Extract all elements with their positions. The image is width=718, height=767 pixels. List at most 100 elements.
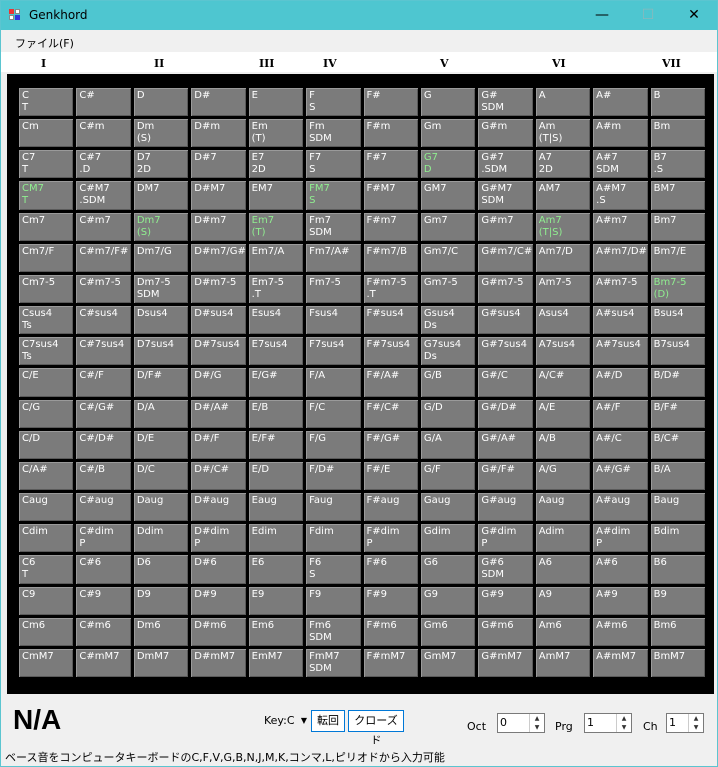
chord-cell[interactable]: Bsus4 <box>650 306 705 335</box>
chord-cell[interactable]: G#9 <box>478 586 533 615</box>
chord-cell[interactable]: F#m7 <box>363 212 418 241</box>
chord-cell[interactable]: B/C# <box>650 430 705 459</box>
chord-cell[interactable]: A#6 <box>593 555 648 584</box>
chord-cell[interactable]: G/D <box>420 399 476 428</box>
chord-cell[interactable]: AM7 <box>535 181 591 210</box>
spin-arrows-icon[interactable]: ▲ ▼ <box>616 714 631 732</box>
chord-cell[interactable]: F#m7-5 .T <box>363 274 418 304</box>
chord-cell[interactable]: EM7 <box>248 181 304 210</box>
chord-cell[interactable]: Daug <box>133 493 189 522</box>
chord-cell[interactable]: B7sus4 <box>650 337 705 366</box>
chord-cell[interactable]: C#/G# <box>76 399 131 428</box>
closed-voicing-button[interactable]: クローズド <box>348 710 404 747</box>
chord-cell[interactable]: B/A <box>650 461 705 491</box>
chord-cell[interactable]: D# <box>191 88 246 117</box>
chord-cell[interactable]: G/F <box>420 461 476 491</box>
menu-file[interactable]: ファイル(F) <box>15 35 74 51</box>
chord-cell[interactable]: F9 <box>306 586 361 615</box>
chord-cell[interactable]: A#/G# <box>593 461 648 491</box>
chord-cell[interactable]: C#/F <box>76 368 131 397</box>
chord-cell[interactable]: Faug <box>306 493 361 522</box>
chord-cell[interactable]: C#/D# <box>76 430 131 459</box>
chord-cell[interactable]: F#7sus4 <box>363 337 418 366</box>
chord-cell[interactable]: C7sus4 Ts <box>19 337 74 366</box>
chord-cell[interactable]: G#/C <box>478 368 533 397</box>
chord-cell[interactable]: C#m7-5 <box>76 274 131 304</box>
chord-cell[interactable]: C#7sus4 <box>76 337 131 366</box>
chord-cell[interactable]: D#m <box>191 119 246 148</box>
chord-cell[interactable]: G#/D# <box>478 399 533 428</box>
chord-cell[interactable]: GmM7 <box>420 648 476 677</box>
chord-cell[interactable]: B/D# <box>650 368 705 397</box>
chord-cell[interactable]: D#/F <box>191 430 246 459</box>
chord-cell[interactable]: C#6 <box>76 555 131 584</box>
chord-cell[interactable]: A#mM7 <box>593 648 648 677</box>
chord-cell[interactable]: D#dim P <box>191 524 246 553</box>
chord-cell[interactable]: Am7/D <box>535 243 591 272</box>
chord-cell[interactable]: G#sus4 <box>478 306 533 335</box>
chord-cell[interactable]: Aaug <box>535 493 591 522</box>
chord-cell[interactable]: A# <box>593 88 648 117</box>
chord-cell[interactable]: Am6 <box>535 617 591 646</box>
chord-cell[interactable]: Em6 <box>248 617 304 646</box>
chord-cell[interactable]: D7 2D <box>133 150 189 179</box>
chord-cell[interactable]: E/F# <box>248 430 304 459</box>
chord-cell[interactable]: F7 S <box>306 150 361 179</box>
chord-cell[interactable]: FM7 S <box>306 181 361 210</box>
chord-cell[interactable]: G#6 SDM <box>478 555 533 584</box>
chord-cell[interactable]: F#/C# <box>363 399 418 428</box>
chord-cell[interactable]: C#M7 .SDM <box>76 181 131 210</box>
chord-cell[interactable]: F#/A# <box>363 368 418 397</box>
chord-cell[interactable]: Gm7 <box>420 212 476 241</box>
chord-cell[interactable]: C6 T <box>19 555 74 584</box>
chord-cell[interactable]: G9 <box>420 586 476 615</box>
chord-cell[interactable]: G#m7 <box>478 212 533 241</box>
chord-cell[interactable]: Bm7-5 (D) <box>650 274 705 304</box>
close-button[interactable]: ✕ <box>671 1 717 30</box>
chord-cell[interactable]: A#/F <box>593 399 648 428</box>
chord-cell[interactable]: D#M7 <box>191 181 246 210</box>
chord-cell[interactable]: A#m7/D# <box>593 243 648 272</box>
chord-cell[interactable]: F#mM7 <box>363 648 418 677</box>
chord-cell[interactable]: EmM7 <box>248 648 304 677</box>
chord-cell[interactable]: Asus4 <box>535 306 591 335</box>
chord-cell[interactable]: C#dim P <box>76 524 131 553</box>
chord-cell[interactable]: C T <box>19 88 74 117</box>
chord-cell[interactable]: Gdim <box>420 524 476 553</box>
chord-cell[interactable]: GM7 <box>420 181 476 210</box>
chord-cell[interactable]: A#aug <box>593 493 648 522</box>
chord-cell[interactable]: Bm7 <box>650 212 705 241</box>
chord-cell[interactable]: G#m7/C# <box>478 243 533 272</box>
chord-cell[interactable]: F#9 <box>363 586 418 615</box>
chord-cell[interactable]: Gm <box>420 119 476 148</box>
chord-cell[interactable]: Fm7/A# <box>306 243 361 272</box>
spin-arrows-icon[interactable]: ▲ ▼ <box>529 714 544 732</box>
chord-cell[interactable]: Fsus4 <box>306 306 361 335</box>
ch-stepper[interactable]: 1 ▲ ▼ <box>666 713 704 733</box>
chord-cell[interactable]: Bm7/E <box>650 243 705 272</box>
chord-cell[interactable]: B7 .S <box>650 150 705 179</box>
chord-cell[interactable]: E/D <box>248 461 304 491</box>
chord-cell[interactable]: A#m7 <box>593 212 648 241</box>
chord-cell[interactable]: A#m6 <box>593 617 648 646</box>
chord-cell[interactable]: G#7sus4 <box>478 337 533 366</box>
chord-cell[interactable]: A/E <box>535 399 591 428</box>
chord-cell[interactable]: A#m <box>593 119 648 148</box>
chord-cell[interactable]: Gm7-5 <box>420 274 476 304</box>
chord-cell[interactable]: Cm <box>19 119 74 148</box>
title-bar[interactable]: Genkhord — ☐ ✕ <box>1 1 717 30</box>
chord-cell[interactable]: F#M7 <box>363 181 418 210</box>
chord-cell[interactable]: D#aug <box>191 493 246 522</box>
chord-cell[interactable]: Cm7 <box>19 212 74 241</box>
chord-cell[interactable]: D#m6 <box>191 617 246 646</box>
key-select[interactable]: Key:C ▼ <box>261 711 309 731</box>
chord-cell[interactable]: C/D <box>19 430 74 459</box>
chord-cell[interactable]: DM7 <box>133 181 189 210</box>
chord-cell[interactable]: A9 <box>535 586 591 615</box>
prg-stepper[interactable]: 1 ▲ ▼ <box>584 713 632 733</box>
chord-cell[interactable]: F S <box>306 88 361 117</box>
chord-cell[interactable]: Dm7/G <box>133 243 189 272</box>
chord-cell[interactable]: Adim <box>535 524 591 553</box>
chord-cell[interactable]: Gm6 <box>420 617 476 646</box>
chord-cell[interactable]: C#7 .D <box>76 150 131 179</box>
